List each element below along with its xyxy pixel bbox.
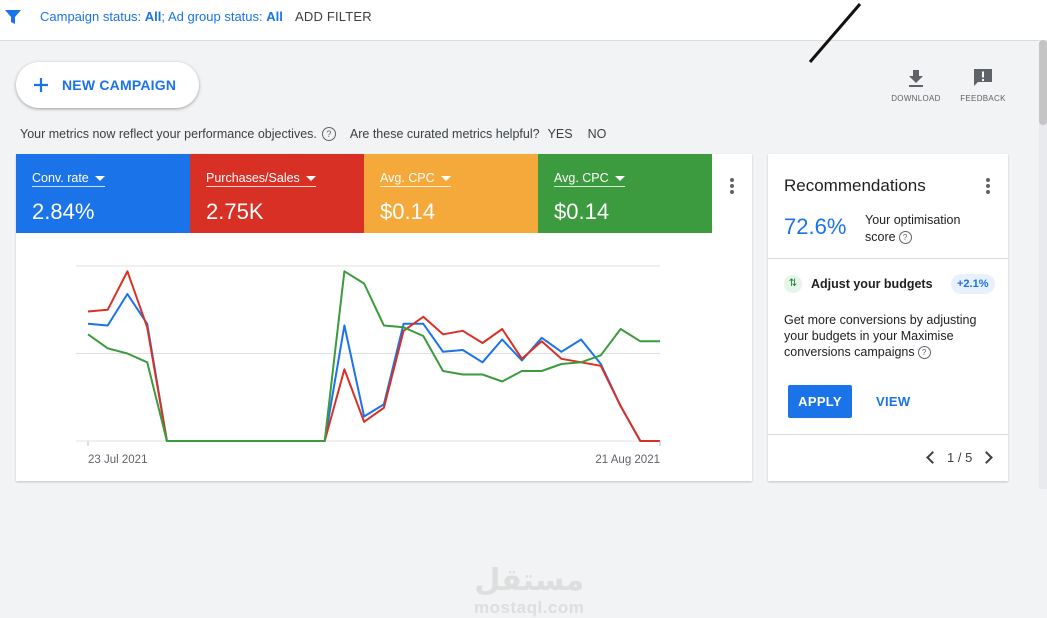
series-line-1: [87, 270, 660, 442]
watermark-latin: mostaql.com: [474, 598, 585, 617]
yes-button[interactable]: YES: [548, 127, 573, 141]
recommendation-pager: 1 / 5: [926, 450, 994, 465]
metric-selector[interactable]: Conv. rate: [32, 171, 105, 187]
notice-question: Are these curated metrics helpful?: [349, 127, 540, 141]
help-icon[interactable]: ?: [917, 346, 931, 360]
ad-group-status-label: Ad group status:: [167, 9, 263, 24]
filter-separator: ;: [161, 9, 166, 24]
download-button[interactable]: DOWNLOAD: [886, 68, 946, 103]
performance-chart: 23 Jul 2021 21 Aug 2021: [76, 265, 661, 466]
metric-tile-purchases[interactable]: Purchases/Sales 2.75K: [190, 154, 364, 233]
optimisation-score: 72.6%: [784, 214, 847, 239]
score-label-line2: score: [865, 230, 896, 244]
metric-value: 2.75K: [206, 199, 264, 224]
metric-name: Avg. CPC: [380, 171, 435, 185]
chevron-right-icon[interactable]: [980, 451, 994, 464]
performance-card: Conv. rate 2.84% Purchases/Sales 2.75K A…: [16, 154, 752, 617]
more-options-icon[interactable]: [986, 178, 990, 196]
budget-adjust-icon: ⇅: [784, 275, 802, 293]
apply-button[interactable]: APPLY: [788, 385, 852, 418]
series-line-0: [87, 293, 660, 442]
metric-selector[interactable]: Avg. CPC: [554, 171, 625, 187]
metric-tile-avg-cpc-1[interactable]: Avg. CPC $0.14: [364, 154, 538, 233]
metrics-notice: Your metrics now reflect your performanc…: [20, 127, 606, 141]
plus-icon: [34, 78, 48, 92]
feedback-icon: [974, 69, 992, 86]
help-icon[interactable]: ?: [321, 127, 336, 141]
optimisation-score-label: Your optimisation score?: [865, 212, 985, 246]
filter-bar: Campaign status: All; Ad group status: A…: [0, 0, 1047, 41]
download-label: DOWNLOAD: [891, 94, 941, 103]
metric-name: Conv. rate: [32, 171, 89, 185]
recommendations-title: Recommendations: [784, 176, 926, 195]
divider: [768, 258, 1008, 259]
metric-value: 2.84%: [32, 199, 95, 224]
metric-selector[interactable]: Purchases/Sales: [206, 171, 316, 187]
new-campaign-label: NEW CAMPAIGN: [62, 77, 177, 93]
help-icon[interactable]: ?: [898, 231, 912, 245]
scrollbar-thumb[interactable]: [1039, 40, 1047, 125]
metric-name: Purchases/Sales: [206, 171, 300, 185]
download-icon: [909, 70, 923, 87]
pager-text: 1 / 5: [947, 450, 973, 465]
uplift-badge: +2.1%: [951, 274, 995, 294]
metric-name: Avg. CPC: [554, 171, 609, 185]
metric-tile-conv-rate[interactable]: Conv. rate 2.84%: [16, 154, 190, 233]
ad-group-status-value: All: [266, 9, 283, 24]
annotation-arrow-icon: [808, 3, 862, 63]
recommendation-description-text: Get more conversions by adjusting your b…: [784, 313, 977, 359]
caret-down-icon: [440, 176, 451, 182]
filter-icon[interactable]: [4, 8, 22, 26]
recommendation-title: Adjust your budgets: [811, 277, 933, 291]
recommendation-description: Get more conversions by adjusting your b…: [784, 312, 994, 360]
caret-down-icon: [614, 176, 625, 182]
metric-tile-avg-cpc-2[interactable]: Avg. CPC $0.14: [538, 154, 712, 233]
divider: [768, 434, 1008, 435]
x-tick-label-end: 21 Aug 2021: [595, 454, 660, 466]
notice-text: Your metrics now reflect your performanc…: [20, 127, 317, 141]
recommendations-card: Recommendations 72.6% Your optimisation …: [768, 154, 1008, 481]
x-tick-label-start: 23 Jul 2021: [88, 454, 147, 466]
more-options-icon[interactable]: [730, 178, 734, 196]
no-button[interactable]: NO: [588, 127, 607, 141]
campaign-status-label: Campaign status:: [40, 9, 142, 24]
feedback-button[interactable]: FEEDBACK: [953, 68, 1013, 103]
metric-value: $0.14: [554, 199, 610, 224]
caret-down-icon: [94, 176, 105, 182]
add-filter-button[interactable]: ADD FILTER: [295, 9, 372, 24]
score-label-line1: Your optimisation: [865, 213, 961, 227]
view-button[interactable]: VIEW: [876, 394, 910, 409]
watermark-arabic: مستقل: [474, 563, 585, 598]
metric-selector[interactable]: Avg. CPC: [380, 171, 451, 187]
campaign-status-value: All: [144, 9, 162, 24]
caret-down-icon: [305, 176, 316, 182]
new-campaign-button[interactable]: NEW CAMPAIGN: [16, 62, 199, 108]
watermark: مستقل mostaql.com: [474, 564, 584, 618]
metric-value: $0.14: [380, 199, 436, 224]
feedback-label: FEEDBACK: [960, 94, 1006, 103]
filter-summary[interactable]: Campaign status: All; Ad group status: A…: [40, 9, 283, 24]
chevron-left-icon[interactable]: [926, 451, 939, 464]
